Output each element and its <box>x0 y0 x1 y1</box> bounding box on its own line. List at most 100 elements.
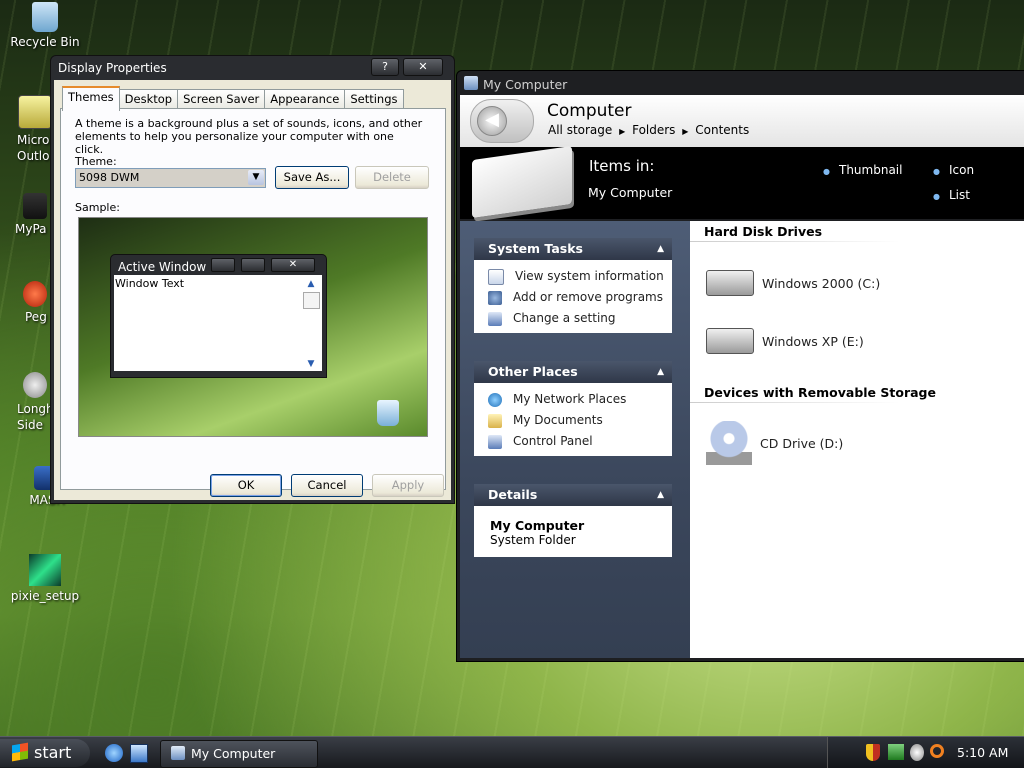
items-in-label: Items in: <box>589 157 655 175</box>
breadcrumb-separator-icon: ▶ <box>619 127 626 136</box>
minimize-icon <box>211 258 235 272</box>
view-list-option[interactable]: ● List <box>933 188 970 202</box>
security-shield-icon[interactable] <box>866 744 880 761</box>
control-panel-icon <box>488 311 502 326</box>
start-button[interactable]: start <box>0 739 90 767</box>
add-remove-programs-icon <box>488 290 502 305</box>
theme-select-value: 5098 DWM <box>79 171 140 184</box>
taskbar-button-my-computer[interactable]: My Computer <box>160 740 318 768</box>
control-panel-icon <box>488 434 502 449</box>
details-panel: Details ▲ My Computer System Folder <box>474 484 672 557</box>
maximize-icon <box>241 258 265 272</box>
section-divider <box>690 402 900 403</box>
tab-appearance[interactable]: Appearance <box>264 89 346 110</box>
task-pane: System Tasks ▲ View system information Ad… <box>460 221 690 658</box>
window-icon <box>464 76 478 90</box>
details-type: System Folder <box>490 533 576 547</box>
tab-themes[interactable]: Themes <box>62 86 120 111</box>
hard-drive-icon <box>706 328 754 354</box>
items-in-value: My Computer <box>588 185 673 200</box>
link-label: Add or remove programs <box>513 290 663 304</box>
computer-icon <box>171 746 185 760</box>
other-places-header[interactable]: Other Places ▲ <box>474 361 672 383</box>
save-as-button[interactable]: Save As... <box>275 166 349 189</box>
setup-app-icon <box>29 554 61 586</box>
close-button[interactable]: ✕ <box>403 58 443 76</box>
panel-title: System Tasks <box>488 241 583 256</box>
tab-screen-saver[interactable]: Screen Saver <box>177 89 266 110</box>
start-label: start <box>34 743 72 762</box>
recycle-bin-icon <box>32 2 58 32</box>
tab-desktop[interactable]: Desktop <box>118 89 179 110</box>
breadcrumb-all-storage[interactable]: All storage <box>548 123 612 137</box>
windows-logo-icon <box>12 742 28 762</box>
theme-label: Theme: <box>75 155 117 168</box>
shortcut-app-icon <box>23 193 47 219</box>
cancel-button[interactable]: Cancel <box>291 474 363 497</box>
breadcrumb: All storage ▶ Folders ▶ Contents <box>548 123 749 137</box>
theme-select[interactable]: 5098 DWM ▼ <box>75 168 266 188</box>
pixie-setup-desktop-icon[interactable]: pixie_setup <box>0 554 90 603</box>
sample-window-title: Active Window <box>118 260 207 274</box>
removable-section-heading: Devices with Removable Storage <box>704 385 936 400</box>
control-panel-link[interactable]: Control Panel <box>474 431 672 452</box>
delete-button[interactable]: Delete <box>355 166 429 189</box>
section-divider <box>690 241 900 242</box>
desktop-icon-label: Recycle Bin <box>10 35 80 49</box>
back-arrow-icon: ◀ <box>477 106 507 136</box>
recycle-bin-icon <box>377 400 399 426</box>
radio-dot-icon: ● <box>823 167 830 176</box>
breadcrumb-contents[interactable]: Contents <box>695 123 749 137</box>
network-tray-icon[interactable] <box>888 744 904 760</box>
dialog-body: Themes Desktop Screen Saver Appearance S… <box>54 80 451 500</box>
folder-icon <box>488 413 502 428</box>
collapse-icon[interactable]: ▲ <box>657 484 664 506</box>
view-system-info-link[interactable]: View system information <box>474 266 672 287</box>
taskbar-button-label: My Computer <box>191 746 276 761</box>
details-header[interactable]: Details ▲ <box>474 484 672 506</box>
clock[interactable]: 5:10 AM <box>957 745 1008 760</box>
view-icon-option[interactable]: ● Icon <box>933 163 974 177</box>
hdd-section-heading: Hard Disk Drives <box>704 224 823 239</box>
view-thumbnail-option[interactable]: ● Thumbnail <box>823 163 902 177</box>
quick-launch-ie-icon[interactable] <box>105 744 123 762</box>
apply-button[interactable]: Apply <box>372 474 444 497</box>
breadcrumb-separator-icon: ▶ <box>682 127 689 136</box>
system-tasks-header[interactable]: System Tasks ▲ <box>474 238 672 260</box>
help-button[interactable]: ? <box>371 58 399 76</box>
display-properties-dialog: Display Properties ? ✕ Themes Desktop Sc… <box>50 55 455 504</box>
close-icon: ✕ <box>271 258 315 272</box>
collapse-icon[interactable]: ▲ <box>657 361 664 383</box>
ok-button[interactable]: OK <box>210 474 282 497</box>
drive-c[interactable]: Windows 2000 (C:) <box>706 270 880 296</box>
scroll-down-icon: ▼ <box>307 359 315 369</box>
link-label: My Network Places <box>513 392 627 406</box>
drive-label: Windows 2000 (C:) <box>762 275 881 291</box>
add-remove-programs-link[interactable]: Add or remove programs <box>474 287 672 308</box>
outlook-icon <box>18 95 52 129</box>
details-name: My Computer <box>490 518 585 533</box>
collapse-icon[interactable]: ▲ <box>657 238 664 260</box>
link-label: View system information <box>515 269 664 283</box>
sample-window-text: Window Text <box>115 277 185 290</box>
drive-e[interactable]: Windows XP (E:) <box>706 328 864 354</box>
scroll-thumb <box>302 292 320 309</box>
my-documents-link[interactable]: My Documents <box>474 410 672 431</box>
link-label: Control Panel <box>513 434 593 448</box>
quick-launch-desktop-icon[interactable] <box>130 744 148 763</box>
chevron-down-icon[interactable]: ▼ <box>248 170 264 185</box>
panel-title: Details <box>488 487 538 502</box>
back-button[interactable]: ◀ <box>470 99 534 143</box>
hard-drive-icon <box>706 270 754 296</box>
panel-title: Other Places <box>488 364 578 379</box>
breadcrumb-folders[interactable]: Folders <box>632 123 675 137</box>
change-setting-link[interactable]: Change a setting <box>474 308 672 329</box>
recycle-bin-desktop-icon[interactable]: Recycle Bin <box>0 2 90 49</box>
search-tray-icon[interactable] <box>930 744 944 758</box>
network-places-link[interactable]: My Network Places <box>474 389 672 410</box>
tab-settings[interactable]: Settings <box>344 89 404 110</box>
cd-drive[interactable]: CD Drive (D:) <box>706 421 843 465</box>
update-tray-icon[interactable] <box>910 744 924 761</box>
system-info-icon <box>488 268 504 285</box>
cd-drive-icon <box>706 421 752 465</box>
